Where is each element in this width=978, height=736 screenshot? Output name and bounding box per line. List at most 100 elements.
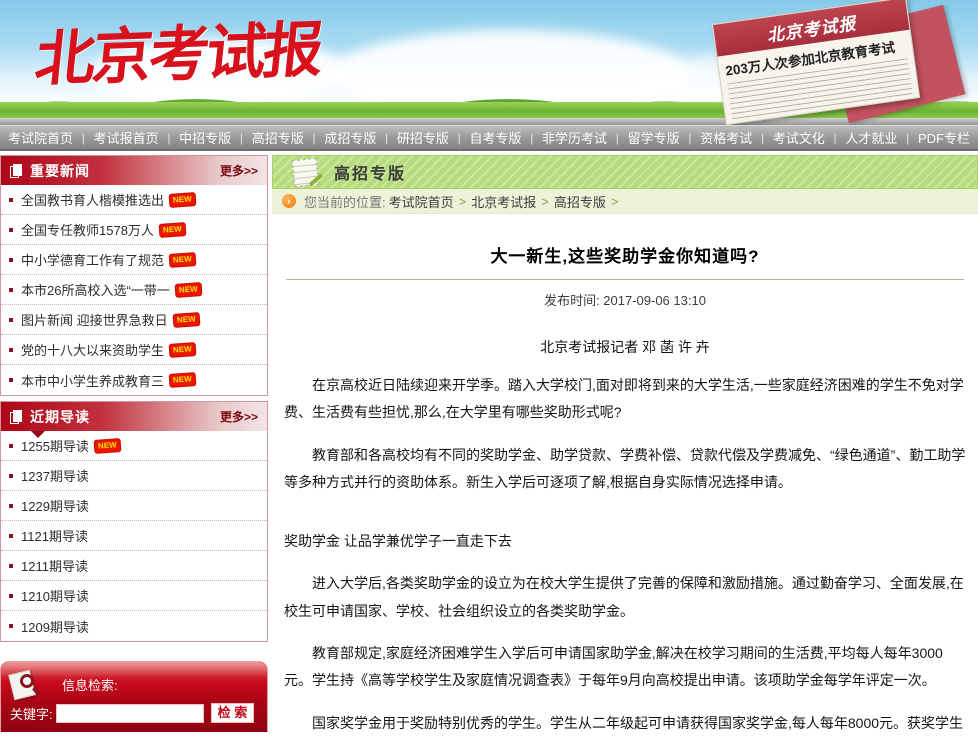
article-paragraph: 教育部和各高校均有不同的奖助学金、助学贷款、学费补偿、贷款代偿及学费减免、“绿色… [284, 442, 966, 497]
nav-separator: | [385, 131, 388, 145]
nav-item-pdf[interactable]: PDF专栏 [918, 128, 970, 147]
breadcrumb-link-section[interactable]: 高招专版 [554, 192, 606, 211]
guide-list-item[interactable]: 1210期导读 [1, 581, 267, 611]
news-list-item[interactable]: 本市26所高校入选“一带一NEW [1, 275, 267, 305]
nav-item-yanzhao[interactable]: 研招专版 [397, 128, 449, 147]
nav-item-feixueli[interactable]: 非学历考试 [542, 128, 607, 147]
title-divider [286, 279, 964, 280]
main-content: 高招专版 您当前的位置: 考试院首页 > 北京考试报 > 高招专版 > 大一新生… [272, 155, 978, 732]
bullet-icon [9, 198, 13, 202]
article-author: 北京考试报记者 邓 菡 许 卉 [284, 337, 966, 357]
publish-time: 发布时间: 2017-09-06 13:10 [284, 290, 966, 309]
nav-separator: | [167, 131, 170, 145]
bullet-icon [9, 624, 13, 628]
recent-guide-more-link[interactable]: 更多>> [220, 408, 258, 425]
breadcrumb-link-paper[interactable]: 北京考试报 [471, 192, 536, 211]
news-list-item[interactable]: 全国教书育人楷模推选出NEW [1, 185, 267, 215]
article-paragraph: 进入大学后,各类奖助学金的设立为在校大学生提供了完善的保障和激励措施。通过勤奋学… [284, 570, 966, 625]
main-nav: 考试院首页 | 考试报首页 | 中招专版 | 高招专版 | 成招专版 | 研招专… [0, 125, 978, 151]
breadcrumb-separator: > [611, 194, 619, 209]
search-icon [11, 670, 41, 700]
article-subheading: 奖助学金 让品学兼优学子一直走下去 [284, 528, 966, 555]
site-logo[interactable]: 北京考试报 [31, 1, 325, 98]
recent-guide-title: 近期导读 [30, 407, 90, 427]
pages-icon [10, 410, 20, 423]
nav-item-gaozhao[interactable]: 高招专版 [252, 128, 304, 147]
guide-list-item[interactable]: 1229期导读 [1, 491, 267, 521]
notepad-icon [292, 157, 320, 186]
news-list-item[interactable]: 中小学德育工作有了规范NEW [1, 245, 267, 275]
news-list-item[interactable]: 党的十八大以来资助学生NEW [1, 335, 267, 365]
news-list-item[interactable]: 全国专任教师1578万人NEW [1, 215, 267, 245]
section-title: 高招专版 [334, 160, 406, 184]
bullet-icon [9, 348, 13, 352]
news-list-item[interactable]: 本市中小学生养成教育三NEW [1, 365, 267, 395]
nav-item-exam-institute-home[interactable]: 考试院首页 [8, 128, 73, 147]
nav-item-chengzhao[interactable]: 成招专版 [324, 128, 376, 147]
bullet-icon [9, 534, 13, 538]
bullet-icon [9, 258, 13, 262]
guide-list-item[interactable]: 1211期导读 [1, 551, 267, 581]
nav-item-exam-news-home[interactable]: 考试报首页 [94, 128, 159, 147]
nav-separator: | [688, 131, 691, 145]
breadcrumb-separator: > [459, 194, 467, 209]
important-news-more-link[interactable]: 更多>> [220, 162, 258, 179]
important-news-title: 重要新闻 [30, 161, 90, 181]
important-news-header: 重要新闻 更多>> [1, 156, 267, 185]
bullet-icon [9, 228, 13, 232]
recent-guide-header: 近期导读 更多>> [1, 402, 267, 431]
new-badge: NEW [95, 439, 120, 452]
bullet-icon [9, 594, 13, 598]
recent-guide-panel: 近期导读 更多>> 1255期导读NEW 1237期导读 1229期导读 112… [0, 401, 268, 642]
nav-item-zikao[interactable]: 自考专版 [469, 128, 521, 147]
breadcrumb-link-home[interactable]: 考试院首页 [389, 192, 454, 211]
breadcrumb-separator: > [541, 194, 549, 209]
breadcrumb-prefix: 您当前的位置: [304, 192, 386, 211]
nav-separator: | [906, 131, 909, 145]
bullet-icon [9, 474, 13, 478]
section-header: 高招专版 [272, 155, 978, 189]
important-news-panel: 重要新闻 更多>> 全国教书育人楷模推选出NEW 全国专任教师1578万人NEW… [0, 155, 268, 396]
site-banner: 北京考试报 北京考试报 北京考试报 203万人次参加北京教育考试 [0, 0, 978, 125]
new-badge: NEW [170, 193, 195, 206]
article-paragraph: 在京高校近日陆续迎来开学季。踏入大学校门,面对即将到来的大学生活,一些家庭经济困… [284, 372, 966, 427]
nav-item-zhongzhao[interactable]: 中招专版 [179, 128, 231, 147]
nav-separator: | [761, 131, 764, 145]
bullet-icon [9, 378, 13, 382]
info-search-title: 信息检索: [62, 675, 258, 694]
guide-list-item[interactable]: 1237期导读 [1, 461, 267, 491]
bullet-icon [9, 564, 13, 568]
keyword-input[interactable] [56, 704, 204, 723]
bullet-icon [9, 504, 13, 508]
breadcrumb-arrow-icon [282, 194, 296, 208]
new-badge: NEW [160, 223, 185, 236]
nav-separator: | [616, 131, 619, 145]
nav-item-zige[interactable]: 资格考试 [700, 128, 752, 147]
bullet-icon [9, 288, 13, 292]
new-badge: NEW [170, 373, 195, 386]
new-badge: NEW [173, 313, 198, 326]
bullet-icon [9, 318, 13, 322]
guide-list-item[interactable]: 1121期导读 [1, 521, 267, 551]
nav-separator: | [530, 131, 533, 145]
article-paragraph: 国家奖学金用于奖励特别优秀的学生。学生从二年级起可申请获得国家奖学金,每人每年8… [284, 710, 966, 732]
bullet-icon [9, 444, 13, 448]
new-badge: NEW [170, 253, 195, 266]
new-badge: NEW [170, 343, 195, 356]
new-badge: NEW [175, 283, 200, 296]
nav-item-wenhua[interactable]: 考试文化 [773, 128, 825, 147]
nav-item-liuxue[interactable]: 留学专版 [628, 128, 680, 147]
news-list-item[interactable]: 图片新闻 迎接世界急救日NEW [1, 305, 267, 335]
article-paragraph: 教育部规定,家庭经济困难学生入学后可申请国家助学金,解决在校学习期间的生活费,平… [284, 640, 966, 695]
sidebar: 重要新闻 更多>> 全国教书育人楷模推选出NEW 全国专任教师1578万人NEW… [0, 155, 268, 732]
nav-separator: | [834, 131, 837, 145]
search-button[interactable]: 检 索 [211, 703, 255, 723]
nav-separator: | [458, 131, 461, 145]
nav-item-jiuye[interactable]: 人才就业 [845, 128, 897, 147]
breadcrumb: 您当前的位置: 考试院首页 > 北京考试报 > 高招专版 > [272, 189, 978, 214]
nav-separator: | [82, 131, 85, 145]
nav-separator: | [240, 131, 243, 145]
guide-list-item[interactable]: 1209期导读 [1, 611, 267, 641]
nav-separator: | [312, 131, 315, 145]
article: 大一新生,这些奖助学金你知道吗? 发布时间: 2017-09-06 13:10 … [272, 214, 978, 732]
